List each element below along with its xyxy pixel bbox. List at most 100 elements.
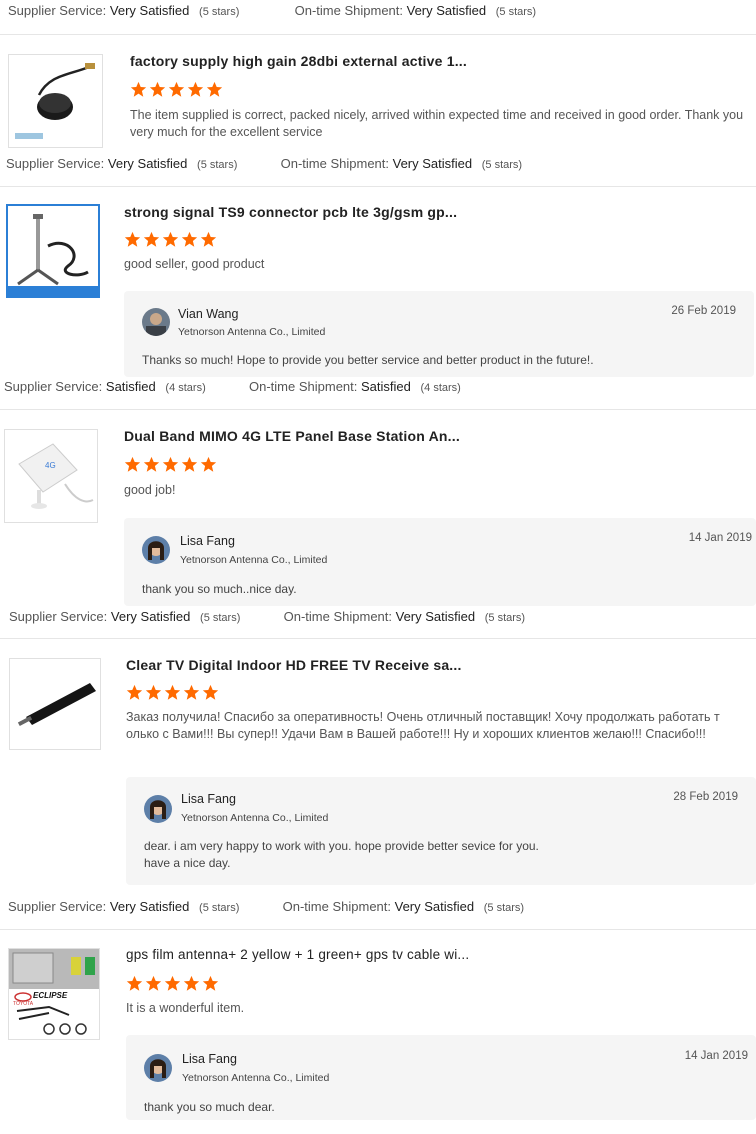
divider: [0, 186, 756, 187]
thumbnail-logo: ECLIPSE: [33, 991, 68, 1000]
star-icon: [187, 81, 204, 97]
ontime-shipment-value: Very Satisfied: [394, 899, 475, 914]
seller-reply: Vian Wang Yetnorson Antenna Co., Limited…: [124, 291, 754, 377]
supplier-rating-row: Supplier Service: Satisfied (4 stars) On…: [4, 379, 461, 394]
seller-reply: Lisa Fang Yetnorson Antenna Co., Limited…: [124, 518, 756, 606]
reply-date: 14 Jan 2019: [684, 1050, 748, 1062]
divider: [0, 929, 756, 930]
star-icon: [168, 81, 185, 97]
review-text: good seller, good product: [124, 257, 265, 271]
reply-author-name: Vian Wang: [178, 307, 239, 321]
ontime-shipment-value: Satisfied: [361, 379, 411, 394]
supplier-service-value: Satisfied: [105, 379, 156, 394]
supplier-rating-row: Supplier Service: Very Satisfied (5 star…: [9, 609, 525, 624]
star-rating: [126, 975, 219, 993]
reply-company: Yetnorson Antenna Co., Limited: [180, 554, 328, 566]
avatar: [142, 536, 170, 564]
product-title[interactable]: Dual Band MIMO 4G LTE Panel Base Station…: [124, 428, 460, 444]
ontime-shipment-stars: (5 stars): [481, 159, 523, 171]
reply-text-line: dear. i am very happy to work with you. …: [144, 839, 539, 853]
product-thumbnail[interactable]: 4G: [4, 429, 98, 523]
star-icon: [143, 231, 160, 247]
divider: [0, 409, 756, 410]
star-icon: [206, 81, 223, 97]
product-title[interactable]: gps film antenna+ 2 yellow + 1 green+ gp…: [126, 947, 469, 962]
star-icon: [202, 684, 219, 700]
svg-text:4G: 4G: [45, 461, 56, 470]
supplier-service-stars: (5 stars): [200, 612, 241, 624]
product-title[interactable]: strong signal TS9 connector pcb lte 3g/g…: [124, 204, 457, 220]
reply-text: thank you so much..nice day.: [142, 582, 297, 596]
ontime-shipment-value: Very Satisfied: [406, 3, 487, 18]
star-icon: [183, 975, 200, 991]
star-rating: [130, 81, 223, 99]
star-rating: [126, 684, 219, 702]
star-rating: [124, 231, 217, 249]
star-icon: [145, 975, 162, 991]
star-icon: [202, 975, 219, 991]
supplier-service-stars: (5 stars): [197, 159, 238, 171]
avatar: [144, 795, 172, 823]
star-icon: [149, 81, 166, 97]
star-icon: [130, 81, 147, 97]
supplier-service-value: Very Satisfied: [109, 3, 190, 18]
star-icon: [124, 231, 141, 247]
seller-reply: Lisa Fang Yetnorson Antenna Co., Limited…: [126, 1035, 756, 1120]
reply-company: Yetnorson Antenna Co., Limited: [182, 1072, 330, 1084]
reply-date: 14 Jan 2019: [688, 532, 752, 544]
product-thumbnail[interactable]: ECLIPSE TOYOTA: [8, 948, 100, 1040]
star-icon: [181, 231, 198, 247]
divider: [0, 638, 756, 639]
star-icon: [145, 684, 162, 700]
star-icon: [124, 456, 141, 472]
supplier-service-label: Supplier Service:: [8, 3, 107, 18]
star-icon: [126, 975, 143, 991]
product-thumbnail[interactable]: [6, 204, 100, 298]
reply-company: Yetnorson Antenna Co., Limited: [178, 326, 326, 338]
supplier-rating-row: Supplier Service: Very Satisfied (5 star…: [6, 156, 522, 171]
supplier-rating-row: Supplier Service: Very Satisfied (5 star…: [8, 3, 536, 18]
reply-text: Thanks so much! Hope to provide you bett…: [142, 353, 594, 367]
ontime-shipment-stars: (4 stars): [420, 382, 461, 394]
supplier-service-stars: (5 stars): [199, 6, 240, 18]
supplier-service-label: Supplier Service:: [8, 899, 107, 914]
reply-date: 26 Feb 2019: [671, 305, 736, 317]
supplier-service-label: Supplier Service:: [9, 609, 108, 624]
ontime-shipment-stars: (5 stars): [484, 612, 526, 624]
seller-reply: Lisa Fang Yetnorson Antenna Co., Limited…: [126, 777, 756, 885]
ontime-shipment-stars: (5 stars): [483, 902, 525, 914]
ontime-shipment-value: Very Satisfied: [395, 609, 476, 624]
star-icon: [200, 231, 217, 247]
star-icon: [181, 456, 198, 472]
reply-text-line: have a nice day.: [144, 856, 231, 870]
product-thumbnail[interactable]: [8, 54, 103, 148]
reply-author-name: Lisa Fang: [181, 792, 236, 806]
product-title[interactable]: Clear TV Digital Indoor HD FREE TV Recei…: [126, 657, 462, 673]
star-icon: [126, 684, 143, 700]
panel-antenna-image: 4G: [18, 443, 94, 509]
star-icon: [162, 456, 179, 472]
ontime-shipment-label: On-time Shipment:: [280, 156, 389, 171]
ontime-shipment-label: On-time Shipment:: [282, 899, 391, 914]
reply-author-name: Lisa Fang: [180, 534, 235, 548]
thumbnail-brand: TOYOTA: [13, 1001, 34, 1007]
star-icon: [143, 456, 160, 472]
supplier-service-label: Supplier Service:: [6, 156, 105, 171]
product-title[interactable]: factory supply high gain 28dbi external …: [130, 53, 467, 69]
supplier-service-value: Very Satisfied: [109, 899, 190, 914]
star-icon: [164, 975, 181, 991]
supplier-service-stars: (4 stars): [165, 382, 206, 394]
divider: [0, 34, 756, 35]
product-thumbnail[interactable]: [9, 658, 101, 750]
reply-text: thank you so much dear.: [144, 1100, 275, 1114]
star-icon: [162, 231, 179, 247]
ontime-shipment-stars: (5 stars): [495, 6, 537, 18]
magnetic-antenna-image: [8, 214, 98, 296]
star-icon: [200, 456, 217, 472]
ontime-shipment-value: Very Satisfied: [392, 156, 473, 171]
gps-antenna-puck-image: [15, 63, 95, 139]
star-icon: [164, 684, 181, 700]
star-icon: [183, 684, 200, 700]
reply-author-name: Lisa Fang: [182, 1052, 237, 1066]
supplier-service-value: Very Satisfied: [107, 156, 188, 171]
